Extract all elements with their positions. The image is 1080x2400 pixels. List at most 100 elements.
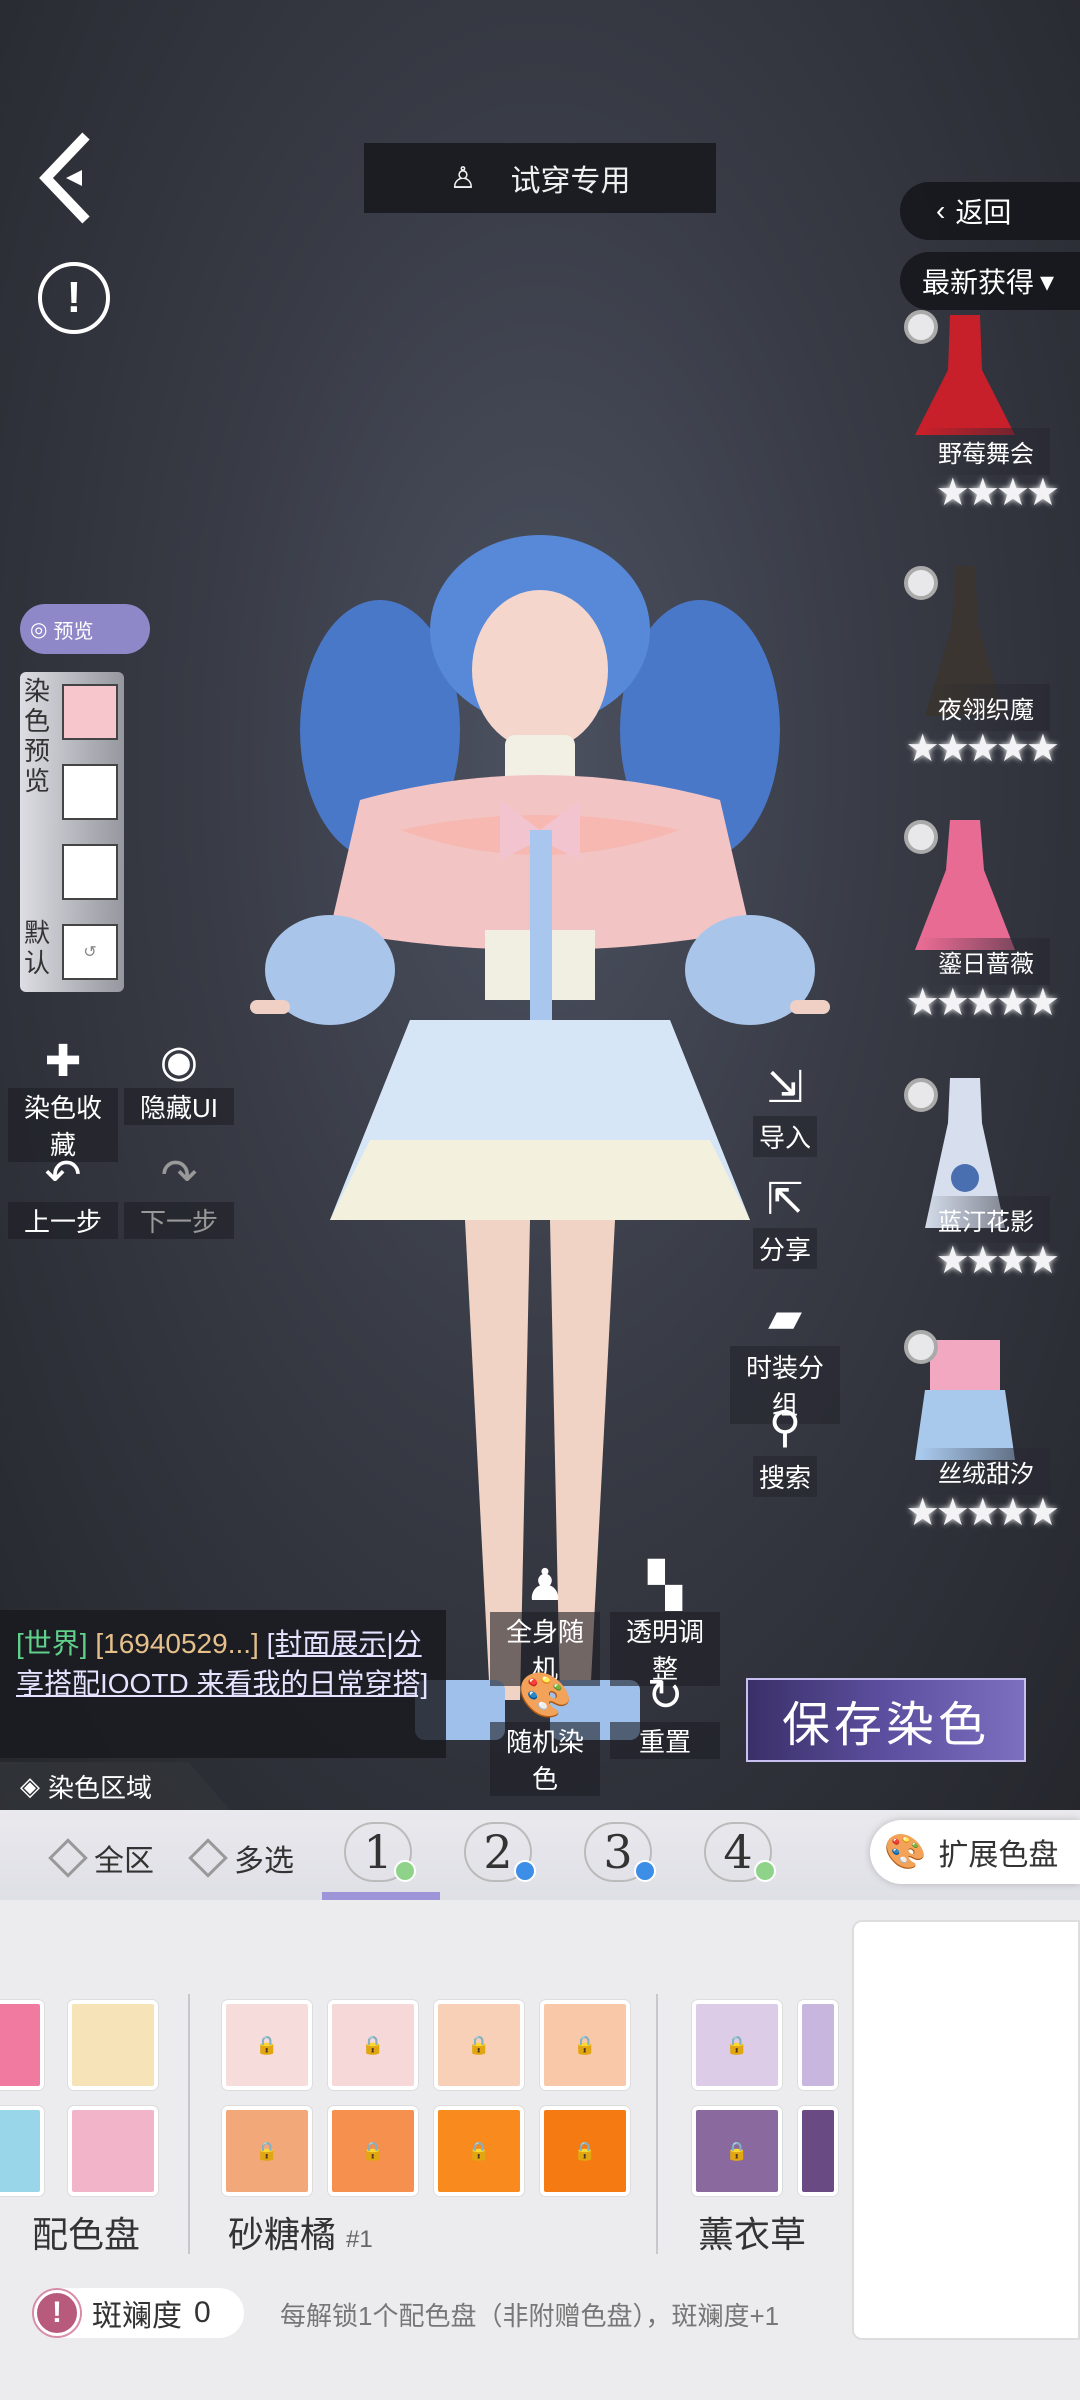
chat-user[interactable]: [16940529...]	[95, 1628, 258, 1659]
try-on-banner: ♙ 试穿专用	[364, 143, 716, 213]
share-button[interactable]: ⇱ 分享	[730, 1172, 840, 1269]
palette-divider	[656, 1994, 658, 2254]
locked-swatch[interactable]: 🔒	[434, 2106, 524, 2196]
select-dot[interactable]	[904, 1078, 938, 1112]
zone-number: 3	[603, 1825, 633, 1879]
zone-number: 2	[483, 1825, 513, 1879]
locked-swatch[interactable]: 🔒	[328, 2000, 418, 2090]
palette-plus-icon: ✚	[44, 1037, 82, 1086]
locked-swatch[interactable]: 🔒	[434, 2000, 524, 2090]
zone-number: 1	[363, 1825, 393, 1879]
sort-dropdown[interactable]: 最新获得 ▾	[900, 252, 1080, 310]
wardrobe-item[interactable]: 蓝汀花影 ★★★★	[880, 1078, 1080, 1318]
select-dot[interactable]	[904, 566, 938, 600]
tab-zone-4[interactable]: 4	[704, 1822, 776, 1882]
reset-icon: ↻	[646, 1671, 684, 1720]
locked-swatch[interactable]: 🔒	[328, 2106, 418, 2196]
spot-label: 斑斓度	[92, 2300, 182, 2333]
info-warning-icon[interactable]: !	[38, 262, 110, 334]
locked-swatch[interactable]: 🔒	[692, 2000, 782, 2090]
spot-score: ! 斑斓度 0	[34, 2288, 244, 2338]
select-dot[interactable]	[904, 820, 938, 854]
random-dye-button[interactable]: 🎨 随机染色	[490, 1670, 600, 1796]
hide-ui-label: 隐藏UI	[124, 1088, 234, 1125]
color-swatch[interactable]	[68, 2000, 158, 2090]
checker-icon: ▚	[648, 1561, 682, 1610]
wardrobe-item[interactable]: 夜翎织魔 ★★★★★	[880, 566, 1080, 806]
redo-button[interactable]: ↷ 下一步	[124, 1150, 234, 1239]
return-button[interactable]: ‹ 返回	[900, 182, 1080, 240]
tab-zone-1[interactable]: 1	[344, 1822, 416, 1882]
share-icon: ⇱	[766, 1175, 804, 1224]
palette-name[interactable]: 薰衣草	[698, 2206, 806, 2258]
color-swatch[interactable]	[0, 2106, 44, 2196]
return-label: 返回	[955, 197, 1012, 228]
undo-arrow-icon: ↶	[44, 1151, 82, 1200]
diamond-icon: ◈	[20, 1770, 40, 1801]
wardrobe-item[interactable]: 鎏日蔷薇 ★★★★★	[880, 820, 1080, 1060]
undo-button[interactable]: ↶ 上一步	[8, 1150, 118, 1239]
diamond-checkbox-icon	[48, 1838, 88, 1878]
locked-swatch[interactable]: 🔒	[222, 2106, 312, 2196]
outfit-name: 丝绒甜汐	[922, 1448, 1050, 1495]
color-swatch[interactable]	[68, 2106, 158, 2196]
spot-hint: 每解锁1个配色盘（非附赠色盘），斑斓度+1	[280, 2301, 780, 2331]
tab-zone-2[interactable]: 2	[464, 1822, 536, 1882]
transparency-button[interactable]: ▚ 透明调整	[610, 1560, 720, 1686]
try-on-title: 试穿专用	[510, 165, 631, 198]
palette-divider	[188, 1994, 190, 2254]
tab-zone-3[interactable]: 3	[584, 1822, 656, 1882]
dye-area-label: 染色区域	[48, 1772, 153, 1803]
search-button[interactable]: ⚲ 搜索	[730, 1400, 840, 1497]
select-dot[interactable]	[904, 1330, 938, 1364]
tab-all[interactable]: 全区	[48, 1836, 154, 1880]
palette-name[interactable]: 配色盘	[32, 2206, 140, 2258]
locked-swatch[interactable]: 🔒	[692, 2106, 782, 2196]
tab-multi[interactable]: 多选	[188, 1836, 294, 1880]
redo-label: 下一步	[124, 1202, 234, 1239]
wardrobe-item[interactable]: 丝绒甜汐 ★★★★★	[880, 1330, 1080, 1570]
shirt-preview-icon[interactable]	[62, 764, 118, 820]
color-swatch[interactable]	[0, 2000, 44, 2090]
expand-palette-label: 扩展色盘	[938, 1839, 1059, 1872]
hide-ui-button[interactable]: ◉ 隐藏UI	[124, 1036, 234, 1125]
redo-arrow-icon: ↷	[160, 1151, 198, 1200]
import-label: 导入	[752, 1116, 817, 1157]
locked-swatch[interactable]: 🔒	[222, 2000, 312, 2090]
zone-color-dot	[514, 1860, 536, 1882]
locked-swatch[interactable]: 🔒	[540, 2106, 630, 2196]
locked-swatch[interactable]	[798, 2106, 838, 2196]
back-chevron-icon[interactable]	[36, 128, 106, 228]
world-chat[interactable]: [世界] [16940529...] [封面展示|分享搭配IOOTD 来看我的日…	[0, 1610, 446, 1758]
reset-button[interactable]: ↻ 重置	[610, 1670, 720, 1759]
preview-icon: ◎	[30, 618, 48, 641]
color-detail-panel	[852, 1920, 1080, 2340]
outfit-stars: ★★★★	[935, 1240, 1060, 1282]
expand-palette-button[interactable]: 🎨 扩展色盘	[870, 1820, 1080, 1884]
dye-favorite-button[interactable]: ✚ 染色收藏	[8, 1036, 118, 1162]
dress-icon: ♙	[449, 161, 477, 195]
wardrobe-item[interactable]: 野莓舞会 ★★★★	[880, 310, 1080, 550]
outfit-stars: ★★★★	[935, 472, 1060, 514]
chevron-left-icon: ‹	[936, 195, 946, 226]
tab-all-label: 全区	[94, 1845, 154, 1878]
import-icon: ⇲	[766, 1063, 804, 1112]
shirt-reset-icon[interactable]: ↺	[62, 924, 118, 980]
zone-number: 4	[723, 1825, 753, 1879]
undo-label: 上一步	[8, 1202, 118, 1239]
diamond-checkbox-icon	[188, 1838, 228, 1878]
reset-label: 重置	[610, 1722, 720, 1759]
preview-toggle[interactable]: ◎ 预览	[20, 604, 150, 654]
shirt-preview-pink-icon[interactable]	[62, 684, 118, 740]
palette-name-text: 薰衣草	[698, 2214, 807, 2255]
random-all-button[interactable]: ♟ 全身随机	[490, 1560, 600, 1686]
select-dot[interactable]	[904, 310, 938, 344]
outfit-name: 蓝汀花影	[922, 1196, 1050, 1243]
locked-swatch[interactable]	[798, 2000, 838, 2090]
locked-swatch[interactable]: 🔒	[540, 2000, 630, 2090]
import-button[interactable]: ⇲ 导入	[730, 1060, 840, 1157]
save-dye-button[interactable]: 保存染色	[746, 1678, 1026, 1762]
palette-name[interactable]: 砂糖橘 #1	[228, 2206, 373, 2258]
zone-color-dot	[754, 1860, 776, 1882]
shirt-preview-icon[interactable]	[62, 844, 118, 900]
